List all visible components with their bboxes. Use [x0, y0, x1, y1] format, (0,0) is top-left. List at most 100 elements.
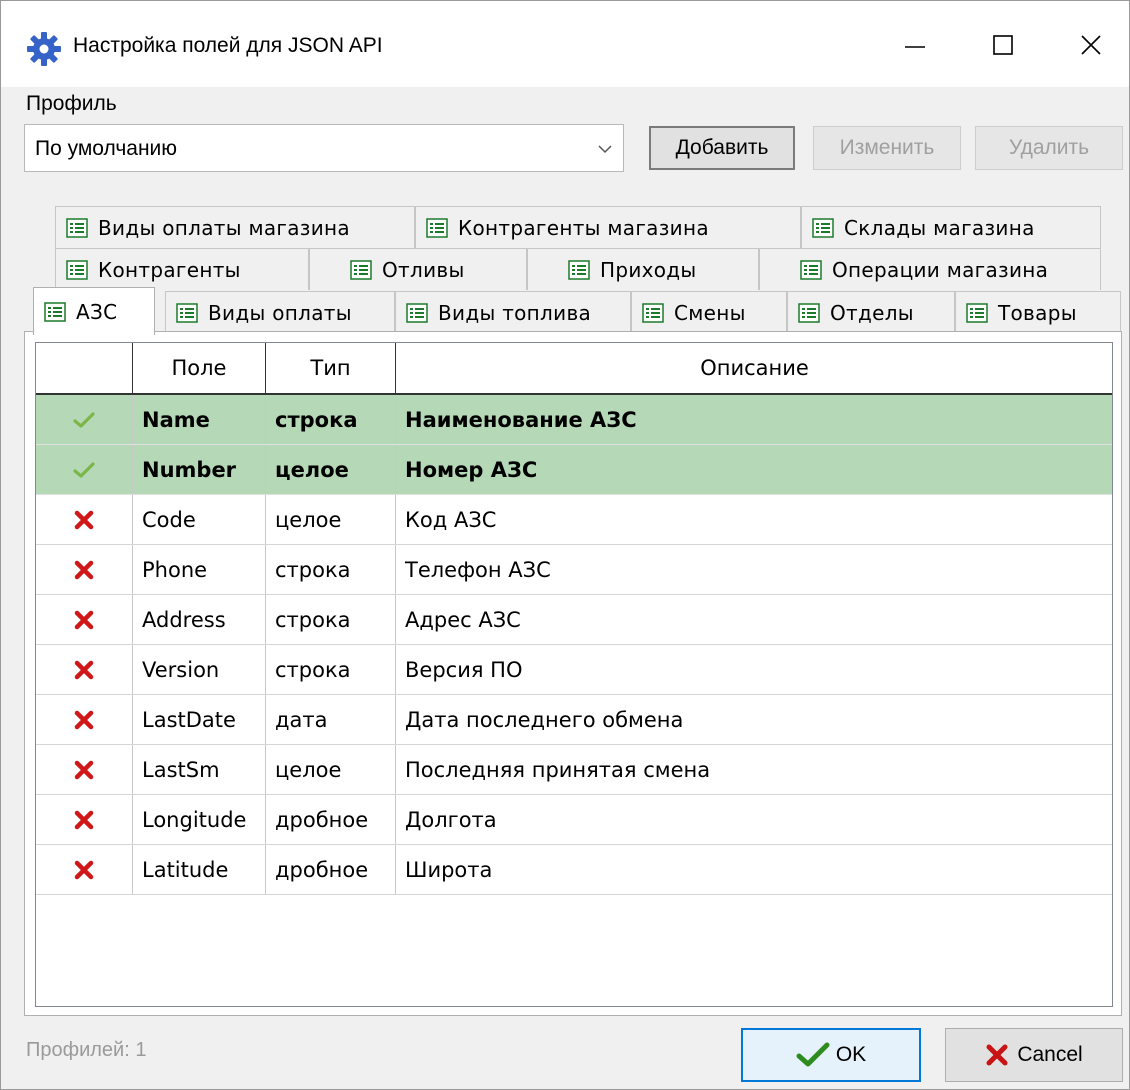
cancel-x-icon	[986, 1044, 1008, 1066]
gear-icon	[27, 32, 61, 66]
window-title: Настройка полей для JSON API	[73, 34, 383, 57]
field-description: Наименование АЗС	[395, 395, 1112, 444]
table-row[interactable]: LastSm целое Последняя принятая смена	[36, 745, 1112, 795]
profiles-count-status: Профилей: 1	[26, 1039, 147, 1061]
list-icon	[44, 301, 66, 322]
list-icon	[966, 302, 988, 323]
tab-store-operations[interactable]: Операции магазина	[759, 248, 1101, 290]
header-field[interactable]: Поле	[132, 343, 265, 393]
tab-payment-types[interactable]: Виды оплаты	[165, 291, 395, 333]
field-type: дробное	[265, 795, 395, 844]
field-type: строка	[265, 645, 395, 694]
field-description: Широта	[395, 845, 1112, 894]
field-name: Code	[132, 495, 265, 544]
tab-label: Виды топлива	[438, 300, 592, 325]
list-icon	[66, 259, 88, 280]
close-button[interactable]	[1047, 17, 1130, 73]
list-icon	[66, 217, 88, 238]
table-row[interactable]: Longitude дробное Долгота	[36, 795, 1112, 845]
tab-departments[interactable]: Отделы	[787, 291, 955, 333]
tab-azs[interactable]: АЗС	[33, 287, 155, 335]
field-description: Адрес АЗС	[395, 595, 1112, 644]
cross-icon[interactable]	[36, 595, 132, 644]
field-type: дата	[265, 695, 395, 744]
check-icon[interactable]	[36, 445, 132, 494]
add-profile-button[interactable]: Добавить	[649, 126, 795, 170]
ok-label: OK	[835, 1043, 867, 1066]
ok-button[interactable]: OK	[741, 1028, 921, 1082]
close-icon	[1081, 35, 1101, 55]
field-name: Version	[132, 645, 265, 694]
header-description[interactable]: Описание	[395, 343, 1112, 393]
field-name: Address	[132, 595, 265, 644]
field-name: LastSm	[132, 745, 265, 794]
cross-icon[interactable]	[36, 795, 132, 844]
fields-grid[interactable]: Поле Тип Описание Name строка Наименован…	[35, 342, 1113, 1007]
table-row[interactable]: Latitude дробное Широта	[36, 845, 1112, 895]
tab-fuel-types[interactable]: Виды топлива	[395, 291, 631, 333]
cross-icon[interactable]	[36, 845, 132, 894]
cross-icon[interactable]	[36, 745, 132, 794]
tab-goods[interactable]: Товары	[955, 291, 1121, 333]
field-name: Number	[132, 445, 265, 494]
field-type: целое	[265, 495, 395, 544]
tab-store-counterparties[interactable]: Контрагенты магазина	[415, 206, 801, 248]
field-type: строка	[265, 395, 395, 444]
table-row[interactable]: Version строка Версия ПО	[36, 645, 1112, 695]
list-icon	[176, 302, 198, 323]
tab-drains[interactable]: Отливы	[309, 248, 527, 290]
field-type: строка	[265, 545, 395, 594]
grid-header: Поле Тип Описание	[36, 343, 1112, 395]
cross-icon[interactable]	[36, 645, 132, 694]
field-description: Последняя принятая смена	[395, 745, 1112, 794]
tab-label: Склады магазина	[844, 215, 1035, 240]
cross-icon[interactable]	[36, 545, 132, 594]
field-description: Долгота	[395, 795, 1112, 844]
check-icon[interactable]	[36, 395, 132, 444]
table-row[interactable]: Code целое Код АЗС	[36, 495, 1112, 545]
tab-label: Отливы	[382, 257, 465, 282]
field-type: строка	[265, 595, 395, 644]
profile-select[interactable]: По умолчанию	[24, 124, 624, 172]
tab-label: Отделы	[830, 300, 914, 325]
tab-receipts[interactable]: Приходы	[527, 248, 759, 290]
header-enabled[interactable]	[36, 343, 132, 393]
field-name: Phone	[132, 545, 265, 594]
tab-label: Виды оплаты магазина	[98, 215, 350, 240]
edit-profile-button[interactable]: Изменить	[813, 126, 961, 170]
field-type: целое	[265, 745, 395, 794]
tab-shifts[interactable]: Смены	[631, 291, 787, 333]
table-row[interactable]: Address строка Адрес АЗС	[36, 595, 1112, 645]
chevron-down-icon	[598, 145, 612, 154]
tab-label: Контрагенты магазина	[458, 215, 709, 240]
list-icon	[426, 217, 448, 238]
minimize-button[interactable]	[871, 17, 959, 73]
profile-select-value: По умолчанию	[35, 137, 178, 160]
table-row[interactable]: Number целое Номер АЗС	[36, 445, 1112, 495]
cross-icon[interactable]	[36, 695, 132, 744]
cancel-button[interactable]: Cancel	[945, 1028, 1123, 1082]
list-icon	[642, 302, 664, 323]
cross-icon[interactable]	[36, 495, 132, 544]
field-name: Longitude	[132, 795, 265, 844]
title-bar[interactable]: Настройка полей для JSON API	[1, 1, 1129, 87]
field-name: Name	[132, 395, 265, 444]
cancel-label: Cancel	[1017, 1043, 1083, 1066]
header-type[interactable]: Тип	[265, 343, 395, 393]
list-icon	[800, 259, 822, 280]
table-row[interactable]: Name строка Наименование АЗС	[36, 395, 1112, 445]
list-icon	[350, 259, 372, 280]
tab-store-warehouses[interactable]: Склады магазина	[801, 206, 1101, 248]
field-type: дробное	[265, 845, 395, 894]
checkmark-icon	[796, 1042, 830, 1067]
delete-profile-button[interactable]: Удалить	[975, 126, 1123, 170]
tab-label: Товары	[998, 300, 1077, 325]
tab-store-payment-types[interactable]: Виды оплаты магазина	[55, 206, 415, 248]
maximize-button[interactable]	[959, 17, 1047, 73]
tab-counterparties[interactable]: Контрагенты	[55, 248, 309, 290]
minimize-icon	[905, 46, 925, 48]
table-row[interactable]: Phone строка Телефон АЗС	[36, 545, 1112, 595]
table-row[interactable]: LastDate дата Дата последнего обмена	[36, 695, 1112, 745]
field-description: Версия ПО	[395, 645, 1112, 694]
field-description: Дата последнего обмена	[395, 695, 1112, 744]
